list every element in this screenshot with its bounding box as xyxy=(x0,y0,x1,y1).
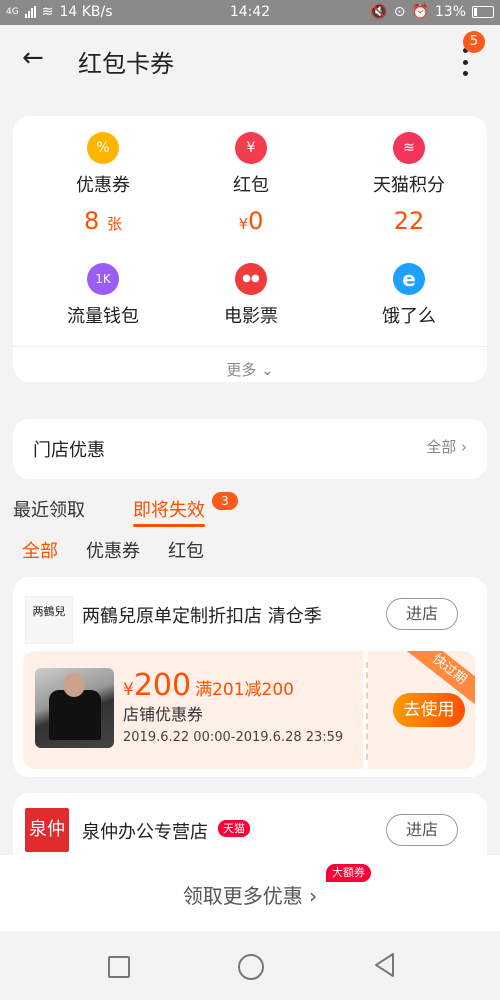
chevron-down-icon: ⌄ xyxy=(261,361,274,379)
app-header xyxy=(0,25,500,95)
wallet-item-tmall-points[interactable]: ≋ 天猫积分 22 xyxy=(330,132,488,235)
notification-badge: 5 xyxy=(463,31,485,53)
page-title: 红包卡券 xyxy=(78,50,174,78)
lock-icon: ⊙ xyxy=(393,4,406,20)
wallet-item-eleme[interactable]: e 饿了么 xyxy=(330,263,488,328)
data-wallet-icon: 1K xyxy=(87,263,119,295)
back-triangle-icon[interactable] xyxy=(372,951,396,979)
wallet-item-red-packets[interactable]: ¥ 红包 ¥0 xyxy=(172,132,330,235)
recents-icon[interactable] xyxy=(108,956,130,978)
eleme-icon: e xyxy=(393,263,425,295)
subtab-all[interactable]: 全部 xyxy=(22,537,58,563)
points-value: 22 xyxy=(393,207,425,235)
product-image xyxy=(35,668,114,748)
red-packet-icon: ¥ xyxy=(235,132,267,164)
enter-shop-button[interactable]: 进店 xyxy=(386,598,458,630)
more-button[interactable]: 更多 ⌄ xyxy=(13,359,487,380)
enter-shop-button[interactable]: 进店 xyxy=(386,814,458,846)
expiring-count-badge: 3 xyxy=(212,492,238,510)
subtab-coupons[interactable]: 优惠券 xyxy=(86,537,140,563)
red-packet-balance: ¥0 xyxy=(238,207,264,235)
shop-logo: 泉仲 xyxy=(25,808,69,852)
store-offers-label: 门店优惠 xyxy=(33,440,105,461)
coupon-date-range: 2019.6.22 00:00-2019.6.28 23:59 xyxy=(123,730,344,745)
chevron-right-icon: › xyxy=(461,438,467,456)
battery-percent: 13% xyxy=(434,4,466,20)
back-arrow-icon[interactable]: ← xyxy=(22,45,44,71)
mute-icon: 🔇 xyxy=(370,4,388,20)
divider xyxy=(13,346,487,347)
shop-name: 两鶴兒原单定制折扣店 清仓季 xyxy=(82,606,322,627)
tmall-badge: 天猫 xyxy=(218,820,250,837)
wallet-item-coupons[interactable]: % 优惠券 8 张 xyxy=(24,132,182,235)
expiring-ribbon: 快过期 xyxy=(406,651,475,707)
wallet-item-data-wallet[interactable]: 1K 流量钱包 xyxy=(24,263,182,328)
battery-icon xyxy=(472,6,494,18)
tab-recent[interactable]: 最近领取 xyxy=(13,496,85,522)
more-offers-link[interactable]: 领取更多优惠 › xyxy=(0,880,500,909)
home-icon[interactable] xyxy=(238,954,264,980)
alarm-icon: ⏰ xyxy=(411,4,429,20)
coupon-icon: % xyxy=(87,132,119,164)
chevron-right-icon: › xyxy=(309,884,318,908)
store-offers-row[interactable]: 门店优惠 全部 › xyxy=(13,419,487,479)
active-tab-indicator xyxy=(133,524,205,527)
wallet-item-movie-tickets[interactable]: ●● 电影票 xyxy=(172,263,330,328)
big-coupon-tag: 大额券 xyxy=(326,864,371,882)
points-icon: ≋ xyxy=(393,132,425,164)
movie-ticket-icon: ●● xyxy=(235,263,267,295)
tab-expiring[interactable]: 即将失效 xyxy=(133,496,205,522)
coupon-type: 店铺优惠券 xyxy=(123,705,204,724)
shop-logo: 两鶴兒 xyxy=(25,596,73,644)
status-bar: 4G ≋ 14 KB/s 14:42 🔇 ⊙ ⏰ 13% xyxy=(0,0,500,25)
subtab-red-packets[interactable]: 红包 xyxy=(168,537,204,563)
coupon-count: 8 张 xyxy=(84,207,122,235)
store-offers-all-link[interactable]: 全部 › xyxy=(426,436,467,457)
shop-name: 泉仲办公专营店 xyxy=(82,822,208,843)
coupon-amount: ¥200 满201减200 xyxy=(123,668,294,703)
